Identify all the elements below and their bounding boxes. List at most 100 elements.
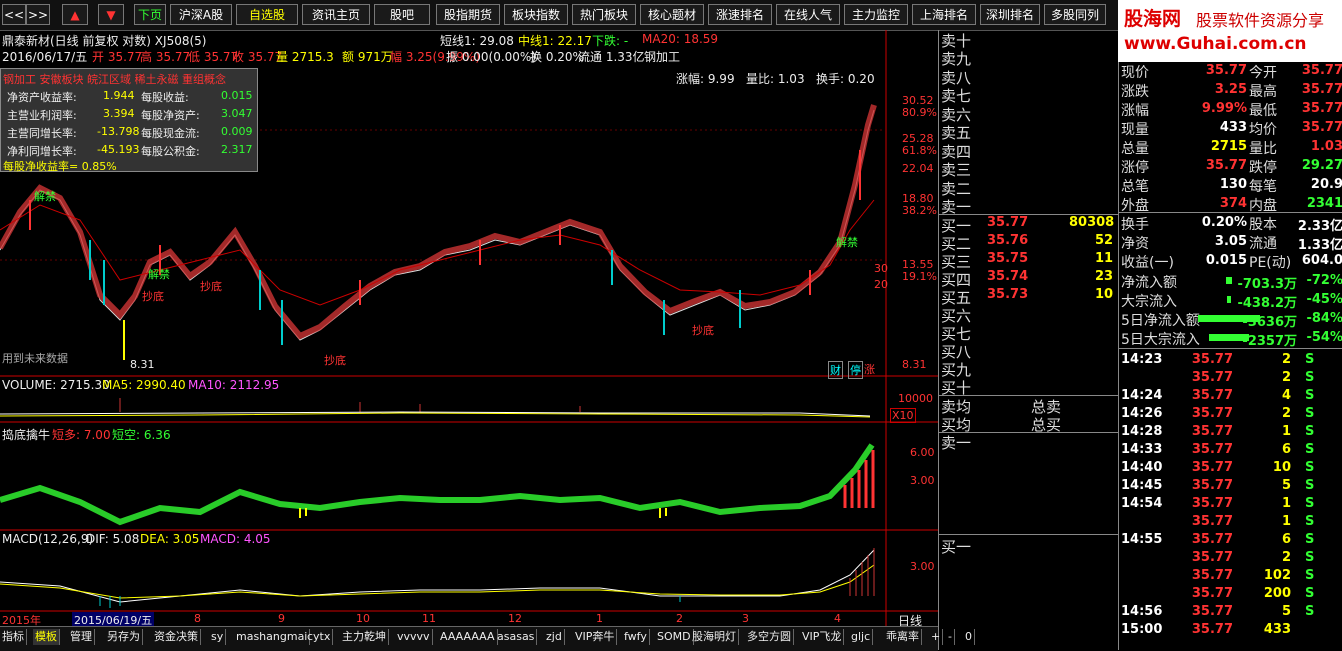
page-down-button[interactable]: ▼ (98, 4, 124, 25)
ma10-value: MA10: 2112.95 (188, 378, 280, 392)
bottom-tab[interactable]: VIP飞龙 (800, 629, 845, 645)
tab-main-monitor[interactable]: 主力监控 (844, 4, 908, 25)
tick-price: 35.77 (1191, 514, 1233, 529)
tab-shanghai-rank[interactable]: 上海排名 (912, 4, 976, 25)
bottom-tab[interactable]: 资金决策 (152, 629, 201, 645)
tick-price: 35.77 (1191, 388, 1233, 403)
finance-button[interactable]: 财 (828, 361, 843, 379)
tab-online-pop[interactable]: 在线人气 (776, 4, 840, 25)
tick-side: S (1305, 478, 1315, 493)
bottom-tab[interactable]: fwfy (622, 629, 650, 645)
bottom-tab[interactable]: 0 (963, 629, 975, 645)
tick-time: 14:23 (1121, 352, 1163, 367)
bottom-tab[interactable]: SOMD (655, 629, 694, 645)
fin-label: 每股净资产: (141, 109, 200, 122)
fin-label: 每股公积金: (141, 145, 200, 158)
quote-label: 现价 (1121, 65, 1149, 81)
buy-2-price: 35.76 (987, 233, 1029, 248)
bottom-tab[interactable]: - (946, 629, 955, 645)
fin-value: -13.798 (97, 125, 140, 138)
bottom-tab[interactable]: gljc (849, 629, 874, 645)
bottom-tab[interactable]: 多空方圆 (745, 629, 794, 645)
fin-value: 0.015 (221, 89, 253, 102)
quote-label: 每笔 (1249, 179, 1277, 195)
tab-shenzhen-rank[interactable]: 深圳排名 (980, 4, 1040, 25)
tick-volume: 2 (1281, 370, 1291, 385)
tick-price: 35.77 (1191, 622, 1233, 637)
short-line-value: 短线1: 29.08 (440, 34, 514, 48)
tab-index-futures[interactable]: 股指期货 (436, 4, 500, 25)
signal-unlock-2: 解禁 (148, 268, 170, 281)
bottom-tab[interactable]: mashangmai (234, 629, 311, 645)
page-up-button[interactable]: ▲ (62, 4, 88, 25)
quote-value: 0.015 (1205, 253, 1247, 268)
tick-volume: 6 (1281, 442, 1291, 457)
quote-label: 最低 (1249, 103, 1277, 119)
tab-hushen-a[interactable]: 沪深A股 (170, 4, 232, 25)
quote-label: 换手 (1121, 217, 1149, 233)
quote-label: 涨停 (1121, 160, 1149, 176)
tab-speed-rank[interactable]: 涨速排名 (708, 4, 772, 25)
bottom-tab[interactable]: sy (209, 629, 227, 645)
quote-label: 跌停 (1249, 160, 1277, 176)
bottom-tab[interactable]: VIP奔牛 (573, 629, 618, 645)
volume-scale-toggle[interactable]: X10 (890, 408, 916, 423)
flow-label: 净流入额 (1121, 275, 1177, 291)
amplitude-value: 振 0.00(0.00%) (446, 50, 537, 64)
flow-value: -2357万 (1242, 334, 1297, 349)
fin-value: 2.317 (221, 143, 253, 156)
bottom-tab[interactable]: 指标 (0, 629, 27, 645)
quote-value: 20.9 (1310, 177, 1342, 192)
bottom-tab[interactable]: 另存为 (105, 629, 143, 645)
quote-value: 35.77 (1301, 120, 1342, 135)
bottom-tab[interactable]: asasas (495, 629, 538, 645)
next-page-button[interactable]: 下页 (134, 4, 166, 25)
bottom-tab[interactable]: zjd (544, 629, 565, 645)
flow-value: -438.2万 (1237, 296, 1297, 311)
bottom-tab[interactable]: + (929, 629, 944, 645)
tab-core-themes[interactable]: 核心题材 (640, 4, 704, 25)
tab-hot-sectors[interactable]: 热门板块 (572, 4, 636, 25)
bottom-tab[interactable]: 模板 (33, 629, 60, 645)
sell-9-label: 卖九 (941, 50, 972, 68)
nav-next-button[interactable]: >> (26, 4, 50, 25)
tick-price: 35.77 (1191, 568, 1233, 583)
bottom-tab[interactable]: 管理 (68, 629, 95, 645)
tick-volume: 2 (1281, 550, 1291, 565)
ind-tick-3: 3.00 (910, 474, 935, 487)
pct-tick-3: 38.2% (902, 204, 937, 217)
quote-value: 35.77 (1205, 158, 1247, 173)
bottom-tab[interactable]: 主力乾坤 (340, 629, 389, 645)
x-month-1: 1 (596, 612, 603, 625)
tick-side: S (1305, 370, 1315, 385)
finance-panel: 钢加工 安徽板块 皖江区域 稀土永磁 重组概念 净资产收益率: 1.944 每股… (0, 68, 258, 173)
tick-time: 14:45 (1121, 478, 1163, 493)
bottom-tab[interactable]: cytx (305, 629, 334, 645)
quote-panel: 现价 35.77 今开 35.77 涨跌 3.25 最高 35.77 涨幅 9.99% 最低 35.7… (1118, 62, 1342, 650)
bottom-tab[interactable]: AAAAAAA (438, 629, 498, 645)
tick-volume: 433 (1263, 622, 1291, 637)
tick-time: 14:40 (1121, 460, 1163, 475)
tab-stock-forum[interactable]: 股吧 (374, 4, 430, 25)
bottom-tab[interactable]: vvvvv (395, 629, 433, 645)
volume-ratio: 量比: 1.03 (746, 72, 805, 86)
fin-label: 净资产收益率: (7, 91, 77, 104)
buy-3-volume: 11 (1095, 251, 1114, 266)
quote-value: 35.77 (1301, 63, 1342, 78)
tick-side: S (1305, 496, 1315, 511)
chart-title: 鼎泰新材(日线 前复权 对数) XJ508(5) (2, 34, 207, 48)
turnover-value: 换 0.20% (530, 50, 584, 64)
nav-prev-button[interactable]: << (2, 4, 26, 25)
flow-bar (1227, 296, 1231, 303)
bottom-tab[interactable]: 乖离率 (884, 629, 922, 645)
halt-button[interactable]: 停 (848, 361, 863, 379)
low-value: 低 35.77 (188, 50, 239, 64)
tab-sector-index[interactable]: 板块指数 (504, 4, 568, 25)
quote-label: 涨跌 (1121, 84, 1149, 100)
tab-watchlist[interactable]: 自选股 (236, 4, 298, 25)
bottom-tab[interactable]: 股海明灯 (690, 629, 739, 645)
tab-multi-stock[interactable]: 多股同列 (1044, 4, 1106, 25)
ma20-value: MA20: 18.59 (642, 32, 719, 46)
tab-news-home[interactable]: 资讯主页 (302, 4, 370, 25)
tick-side: S (1305, 532, 1315, 547)
